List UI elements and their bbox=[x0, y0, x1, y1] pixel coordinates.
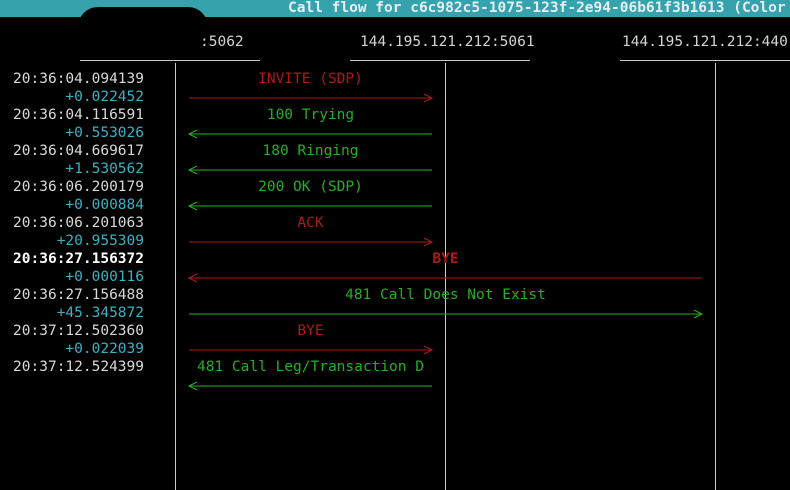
host-column-2: 144.195.121.212:5061 bbox=[360, 34, 535, 50]
host-underline-1 bbox=[80, 60, 260, 61]
host-column-3: 144.195.121.212:440 bbox=[622, 34, 788, 50]
overlay-shape bbox=[78, 7, 208, 47]
host-underline-3 bbox=[620, 60, 790, 61]
host-column-1: :5062 bbox=[200, 34, 244, 50]
window-title: Call flow for c6c982c5-1075-123f-2e94-06… bbox=[288, 0, 786, 16]
host-underline-2 bbox=[350, 60, 530, 61]
arrow-layer bbox=[187, 93, 704, 391]
